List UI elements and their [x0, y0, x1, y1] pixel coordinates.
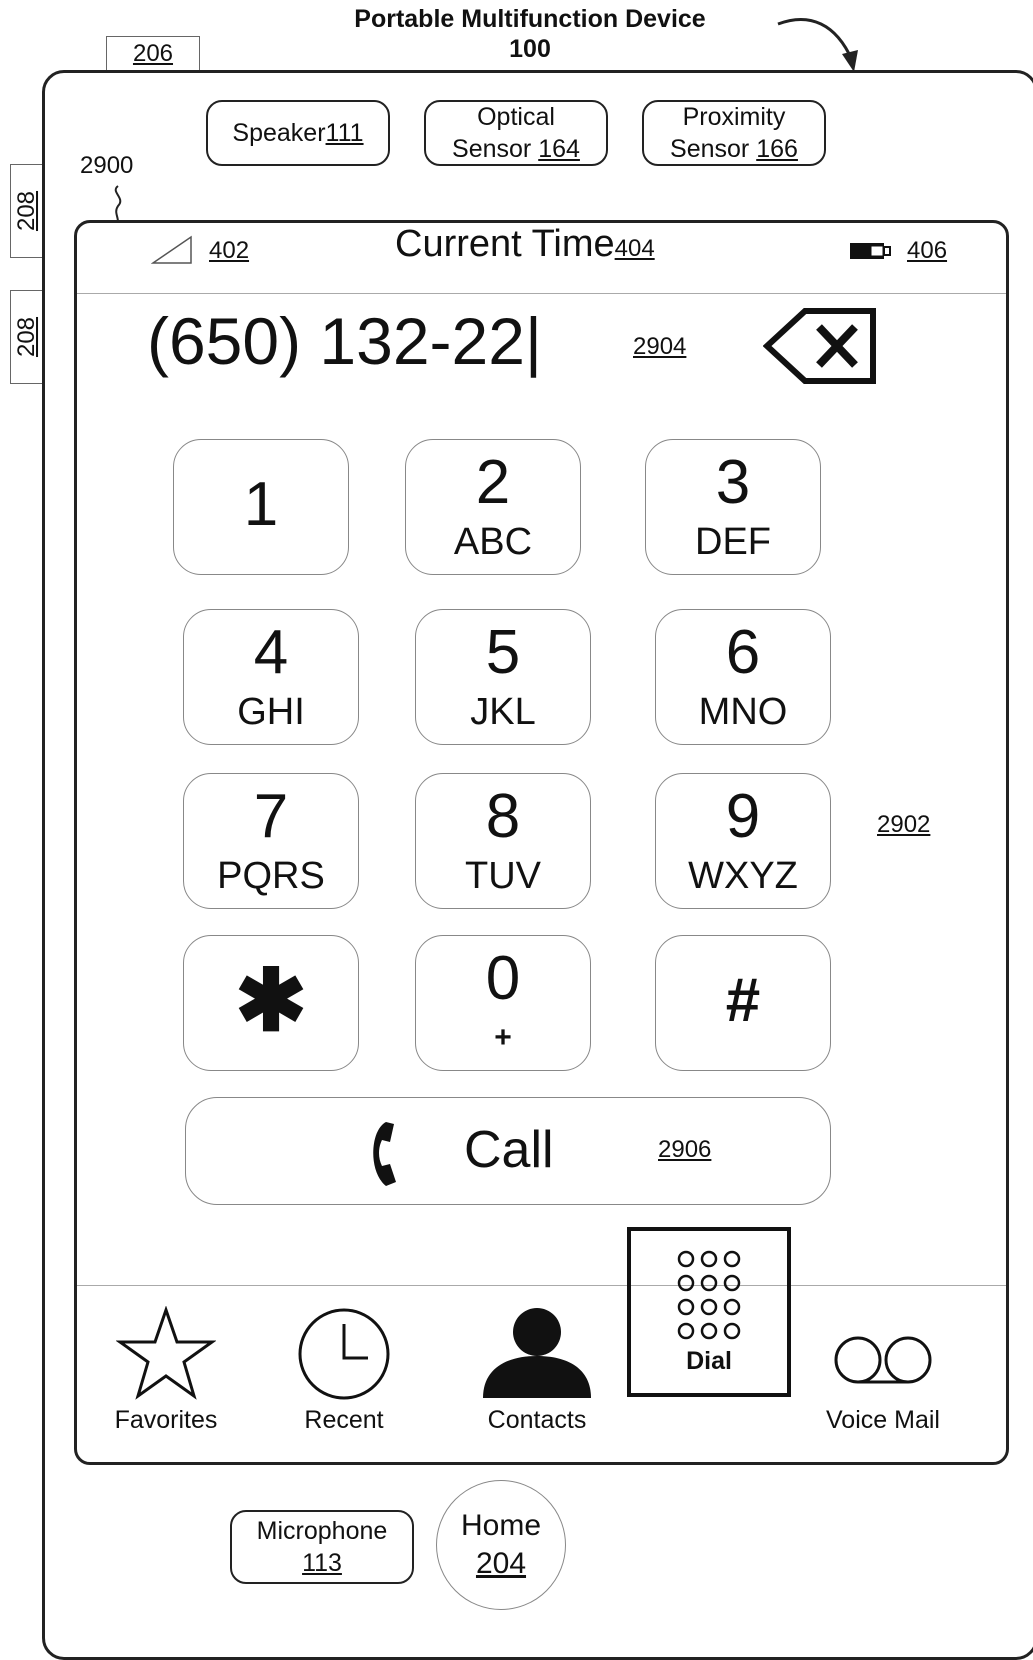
microphone-ref: 113: [302, 1549, 342, 1577]
optical-sensor-line1: Optical: [477, 103, 555, 131]
key-5-letters: JKL: [470, 691, 536, 733]
number-ref: 2904: [633, 333, 687, 360]
key-2-letters: ABC: [453, 521, 533, 563]
touch-screen: 402 Current Time 404 406 (650) 132-22| 2…: [74, 220, 1009, 1465]
speaker-box: Speaker 111: [206, 100, 390, 166]
keypad-icon: [677, 1250, 741, 1339]
key-2-digit: 2: [475, 448, 511, 517]
microphone-box: Microphone 113: [230, 1510, 414, 1584]
key-4-digit: 4: [253, 618, 289, 687]
current-time-ref: 404: [614, 235, 655, 262]
tab-dial-label: Dial: [686, 1346, 732, 1375]
key-0-letters: +: [494, 1021, 512, 1054]
proximity-sensor-line1: Proximity: [682, 103, 786, 131]
ref-206: 206: [132, 40, 174, 67]
proximity-sensor-line2: Sensor: [670, 135, 757, 163]
tab-recent[interactable]: Recent: [259, 1289, 429, 1451]
key-star[interactable]: ✱: [183, 935, 359, 1071]
dialed-number: (650) 132-22|: [147, 304, 543, 378]
tab-bar-divider: [77, 1285, 1006, 1286]
key-0-digit: 0: [485, 944, 521, 1013]
optical-sensor-line2: Sensor: [452, 135, 539, 163]
status-bar-divider: [77, 293, 1006, 294]
figure-title-line1: Portable Multifunction Device: [354, 5, 706, 33]
key-5-digit: 5: [485, 618, 521, 687]
keypad-ref: 2902: [877, 811, 931, 838]
key-8-letters: TUV: [465, 855, 541, 897]
key-2[interactable]: 2 ABC: [405, 439, 581, 575]
home-button[interactable]: Home 204: [436, 1480, 566, 1610]
key-4-letters: GHI: [237, 691, 305, 733]
person-icon: [483, 1307, 591, 1398]
call-label: Call: [464, 1121, 554, 1179]
key-1-digit: 1: [243, 470, 279, 539]
tab-favorites[interactable]: Favorites: [81, 1289, 251, 1451]
optical-sensor-box: Optical Sensor 164: [424, 100, 608, 166]
speaker-label: Speaker: [232, 119, 326, 147]
signal-ref: 402: [209, 237, 250, 264]
key-9-letters: WXYZ: [688, 855, 798, 897]
key-3-digit: 3: [715, 448, 751, 517]
tab-favorites-label: Favorites: [114, 1405, 218, 1434]
key-hash[interactable]: #: [655, 935, 831, 1071]
speaker-ref: 111: [325, 119, 364, 147]
key-star-digit: ✱: [234, 953, 308, 1049]
ref-208-box-lower: 208: [10, 290, 44, 384]
voicemail-icon: [834, 1336, 932, 1383]
ref-208-box-upper: 208: [10, 164, 44, 258]
key-8[interactable]: 8 TUV: [415, 773, 591, 909]
key-4[interactable]: 4 GHI: [183, 609, 359, 745]
figure-title: Portable Multifunction Device 100: [300, 4, 760, 64]
key-6-letters: MNO: [698, 691, 788, 733]
tab-contacts[interactable]: Contacts: [449, 1289, 625, 1451]
signal-strength-icon: [151, 235, 192, 264]
battery-icon: [850, 243, 891, 259]
key-0[interactable]: 0 +: [415, 935, 591, 1071]
key-8-digit: 8: [485, 782, 521, 851]
current-time-label: Current Time: [395, 223, 615, 265]
optical-sensor-ref: 164: [538, 135, 580, 163]
call-button[interactable]: Call 2906: [185, 1097, 831, 1205]
key-7-letters: PQRS: [217, 855, 325, 897]
ref-206-box: 206: [106, 36, 200, 72]
tab-contacts-label: Contacts: [487, 1405, 587, 1434]
battery-ref: 406: [907, 237, 948, 264]
star-icon: [116, 1305, 216, 1400]
proximity-sensor-ref: 166: [756, 135, 798, 163]
ref-208-upper: 208: [13, 190, 41, 232]
key-6[interactable]: 6 MNO: [655, 609, 831, 745]
ref-2900: 2900: [80, 152, 134, 179]
ref-208-lower: 208: [13, 316, 41, 358]
clock-icon: [298, 1308, 390, 1399]
key-6-digit: 6: [725, 618, 761, 687]
microphone-label: Microphone: [256, 1517, 388, 1545]
home-label: Home: [460, 1509, 542, 1542]
phone-handset-icon: [373, 1122, 396, 1186]
key-5[interactable]: 5 JKL: [415, 609, 591, 745]
leader-line-icon: [114, 185, 122, 223]
key-7[interactable]: 7 PQRS: [183, 773, 359, 909]
figure-title-line2: 100: [509, 35, 551, 63]
proximity-sensor-box: Proximity Sensor 166: [642, 100, 826, 166]
key-1[interactable]: 1: [173, 439, 349, 575]
call-ref: 2906: [658, 1136, 712, 1163]
backspace-icon[interactable]: [763, 307, 879, 387]
current-time: Current Time 404: [395, 223, 655, 265]
key-9-digit: 9: [725, 782, 761, 851]
key-hash-digit: #: [725, 966, 761, 1035]
key-3-letters: DEF: [695, 521, 771, 563]
home-ref: 204: [475, 1547, 527, 1580]
tab-dial[interactable]: Dial: [627, 1227, 791, 1397]
key-3[interactable]: 3 DEF: [645, 439, 821, 575]
tab-recent-label: Recent: [304, 1405, 384, 1434]
tab-voicemail[interactable]: Voice Mail: [795, 1289, 971, 1451]
key-9[interactable]: 9 WXYZ: [655, 773, 831, 909]
tab-voicemail-label: Voice Mail: [826, 1405, 940, 1434]
key-7-digit: 7: [253, 782, 289, 851]
